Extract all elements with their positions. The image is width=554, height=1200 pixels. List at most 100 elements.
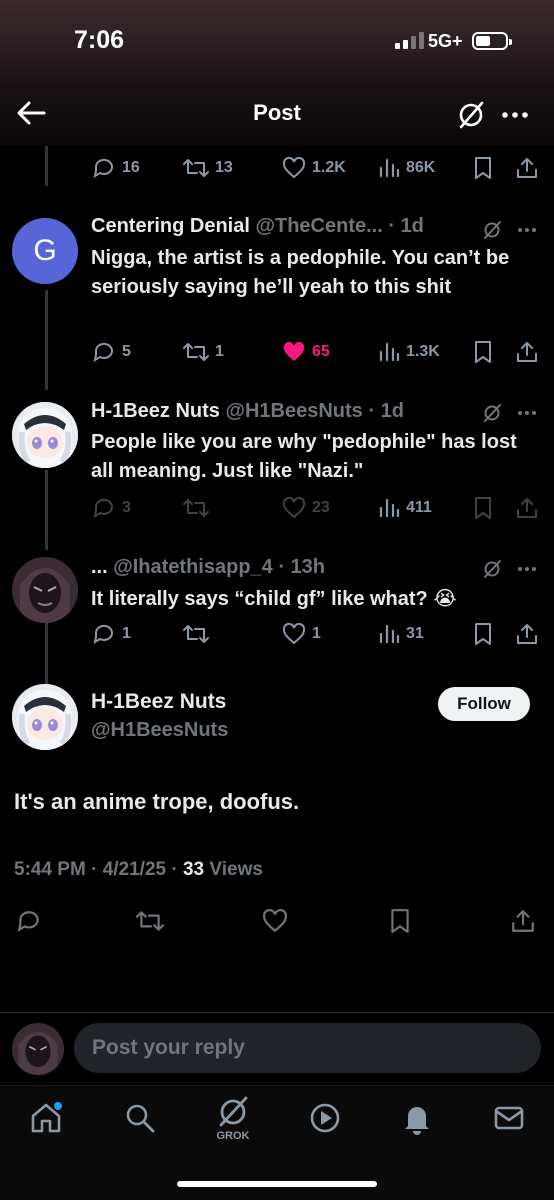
repost-button[interactable]: 1	[183, 340, 224, 364]
share-icon	[517, 158, 537, 178]
reply-icon[interactable]	[16, 908, 42, 934]
share-button[interactable]	[515, 340, 539, 364]
search-icon[interactable]	[122, 1100, 158, 1136]
author-name[interactable]: H-1Beez Nuts	[91, 690, 226, 714]
like-icon[interactable]	[262, 908, 288, 934]
reply-count: 3	[122, 499, 131, 516]
views-icon	[379, 342, 400, 362]
like-button[interactable]: 23	[282, 496, 330, 520]
bookmark-button[interactable]	[472, 496, 494, 520]
views-count: 86K	[406, 159, 436, 176]
reply-icon	[93, 624, 113, 645]
share-icon	[517, 624, 537, 644]
repost-icon[interactable]	[136, 908, 164, 934]
more-icon[interactable]	[498, 98, 532, 132]
views-button[interactable]: 411	[378, 496, 432, 520]
main-post-actions	[0, 904, 554, 938]
avatar[interactable]: G	[12, 218, 78, 284]
reply-button[interactable]: 5	[92, 340, 131, 364]
reply-actions: 5 1 65 1.3K	[0, 340, 554, 370]
more-icon[interactable]	[516, 402, 538, 424]
bookmark-icon	[475, 497, 491, 519]
grok-icon[interactable]	[481, 219, 503, 241]
avatar[interactable]	[12, 402, 78, 468]
reply-text: It literally says “child gf” like what? …	[91, 588, 457, 610]
post-text: It's an anime trope, doofus.	[14, 789, 300, 814]
reply-text: People like you are why "pedophile" has …	[91, 431, 517, 482]
bookmark-button[interactable]	[472, 340, 494, 364]
follow-button[interactable]: Follow	[438, 687, 530, 721]
author-name: Centering Denial	[91, 215, 250, 237]
my-avatar[interactable]	[12, 1023, 64, 1075]
author-name: H-1Beez Nuts	[91, 400, 220, 422]
author-handle: @H1BeesNuts	[225, 400, 363, 422]
views-button[interactable]: 31	[378, 622, 424, 646]
reply-icon	[93, 158, 113, 179]
share-button[interactable]	[515, 622, 539, 646]
grok-icon[interactable]	[481, 402, 503, 424]
masked-avatar-image	[12, 557, 78, 623]
reply-author[interactable]: Centering Denial @TheCente... · 1d	[91, 215, 471, 238]
repost-icon	[183, 159, 209, 177]
bookmark-icon	[475, 623, 491, 645]
like-button[interactable]: 65	[282, 340, 330, 364]
views-button[interactable]: 1.3K	[378, 340, 440, 364]
repost-count: 13	[215, 159, 233, 176]
like-icon	[283, 341, 305, 361]
reply-count: 1	[122, 625, 131, 642]
home-indicator[interactable]	[177, 1181, 377, 1187]
views-count: 33	[182, 859, 205, 880]
reply-button[interactable]: 1	[92, 622, 131, 646]
avatar[interactable]	[12, 557, 78, 623]
more-icon[interactable]	[516, 219, 538, 241]
home-icon[interactable]	[28, 1100, 64, 1136]
avatar[interactable]	[12, 684, 78, 750]
avatar-letter: G	[33, 234, 57, 267]
repost-button[interactable]: 13	[183, 156, 233, 180]
repost-icon	[183, 499, 209, 517]
reply-button[interactable]: 3	[92, 496, 131, 520]
more-icon[interactable]	[516, 558, 538, 580]
author-handle[interactable]: @H1BeesNuts	[91, 719, 228, 742]
reply-input[interactable]: Post your reply	[74, 1023, 541, 1073]
repost-button[interactable]	[183, 622, 209, 646]
reply-text: Nigga, the artist is a pedophile. You ca…	[91, 247, 510, 298]
post-time: · 1d	[368, 400, 404, 422]
grok-icon[interactable]	[454, 98, 488, 132]
share-icon[interactable]	[510, 908, 536, 934]
video-icon[interactable]	[307, 1100, 343, 1136]
repost-icon	[183, 343, 209, 361]
post-timestamp: 5:44 PM · 4/21/25 ·	[14, 859, 178, 880]
post-time: · 13h	[278, 556, 326, 578]
repost-icon	[183, 625, 209, 643]
grok-icon[interactable]	[481, 558, 503, 580]
views-icon	[379, 624, 400, 644]
reply-button[interactable]: 16	[92, 156, 140, 180]
author-name: ...	[91, 556, 108, 578]
repost-count: 1	[215, 343, 224, 360]
bookmark-button[interactable]	[472, 156, 494, 180]
reply-icon	[93, 498, 113, 519]
bookmark-icon	[475, 341, 491, 363]
signal-icon	[395, 31, 424, 49]
reply-icon	[93, 342, 113, 363]
reply-composer: Post your reply	[0, 1012, 554, 1084]
reply-count: 5	[122, 343, 131, 360]
reply-author[interactable]: H-1Beez Nuts @H1BeesNuts · 1d	[91, 400, 471, 423]
share-icon	[517, 498, 537, 518]
author-handle: @Ihatethisapp_4	[113, 556, 273, 578]
bookmark-icon[interactable]	[388, 908, 412, 934]
notifications-icon[interactable]	[399, 1100, 435, 1136]
views-button[interactable]: 86K	[378, 156, 435, 180]
battery-icon	[472, 32, 512, 50]
share-button[interactable]	[515, 496, 539, 520]
like-button[interactable]: 1.2K	[282, 156, 346, 180]
like-button[interactable]: 1	[282, 622, 321, 646]
bookmark-button[interactable]	[472, 622, 494, 646]
grok-icon[interactable]	[215, 1094, 251, 1130]
share-button[interactable]	[515, 156, 539, 180]
repost-button[interactable]	[183, 496, 209, 520]
views-count: 1.3K	[406, 343, 440, 360]
messages-icon[interactable]	[491, 1100, 527, 1136]
reply-author[interactable]: ... @Ihatethisapp_4 · 13h	[91, 556, 471, 579]
